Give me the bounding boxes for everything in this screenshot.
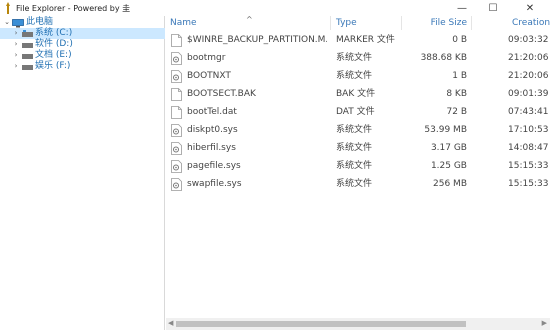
tree-item-label: 娱乐 (F:) <box>35 61 71 71</box>
file-row[interactable]: $WINRE_BACKUP_PARTITION.M... MARKER 文件 0… <box>166 31 550 49</box>
window-title: File Explorer - Powered by 圭 <box>16 4 131 13</box>
system-file-icon <box>171 160 182 173</box>
file-row[interactable]: pagefile.sys 系统文件 1.25 GB 15:15:33 2017-… <box>166 157 550 175</box>
file-creation-time: 21:20:06 2015-07 <box>508 71 550 81</box>
tree-item-drive-c[interactable]: › 系统 (C:) <box>0 28 165 39</box>
app-icon <box>6 2 10 14</box>
system-file-icon <box>171 178 182 191</box>
file-type: 系统文件 <box>336 179 373 189</box>
system-file-icon <box>171 70 182 83</box>
scroll-right-icon[interactable]: ▶ <box>542 319 547 327</box>
tree-item-drive-e[interactable]: › 文档 (E:) <box>0 50 165 61</box>
chevron-right-icon[interactable]: › <box>12 39 20 50</box>
column-header-size[interactable]: File Size <box>402 16 467 30</box>
file-row[interactable]: swapfile.sys 系统文件 256 MB 15:15:33 2017-1… <box>166 175 550 193</box>
file-row[interactable]: BOOTSECT.BAK BAK 文件 8 KB 09:01:39 2018-0… <box>166 85 550 103</box>
file-name: $WINRE_BACKUP_PARTITION.M... <box>187 35 327 45</box>
file-creation-time: 15:15:33 2017-12 <box>508 179 550 189</box>
file-type: 系统文件 <box>336 53 373 63</box>
file-row[interactable]: bootmgr 系统文件 388.68 KB 21:20:06 2015-07 <box>166 49 550 67</box>
column-header-creation-time[interactable]: Creation T <box>512 16 550 30</box>
blank-file-icon <box>171 106 182 119</box>
file-type: 系统文件 <box>336 125 373 135</box>
drive-icon <box>22 30 33 37</box>
tree-item-drive-d[interactable]: › 软件 (D:) <box>0 39 165 50</box>
file-creation-time: 09:03:32 2018-02 <box>508 35 550 45</box>
drive-icon <box>22 54 33 59</box>
file-row[interactable]: diskpt0.sys 系统文件 53.99 MB 17:10:53 2019-… <box>166 121 550 139</box>
column-divider[interactable] <box>471 16 472 30</box>
tree-item-drive-f[interactable]: › 娱乐 (F:) <box>0 61 165 72</box>
file-size: 1 B <box>452 71 467 81</box>
file-name: swapfile.sys <box>187 179 242 189</box>
file-type: 系统文件 <box>336 71 373 81</box>
file-size: 0 B <box>452 35 467 45</box>
file-name: diskpt0.sys <box>187 125 238 135</box>
close-button[interactable]: ✕ <box>515 0 545 16</box>
chevron-right-icon[interactable]: › <box>12 61 20 72</box>
column-divider[interactable] <box>330 16 331 30</box>
tree-item-label: 文档 (E:) <box>35 50 72 60</box>
file-type: BAK 文件 <box>336 89 376 99</box>
file-row[interactable]: BOOTNXT 系统文件 1 B 21:20:06 2015-07 <box>166 67 550 85</box>
tree-item-label: 系统 (C:) <box>35 28 73 38</box>
tree-item-this-pc[interactable]: ⌄ 此电脑 <box>0 17 165 28</box>
computer-icon <box>12 19 24 28</box>
chevron-down-icon[interactable]: ⌄ <box>3 17 11 28</box>
file-creation-time: 21:20:06 2015-07 <box>508 53 550 63</box>
blank-file-icon <box>171 88 182 101</box>
system-file-icon <box>171 142 182 155</box>
file-list: Name ^ Type File Size Creation T $WINRE_… <box>166 16 550 330</box>
file-size: 8 KB <box>446 89 467 99</box>
tree-item-label: 软件 (D:) <box>35 39 73 49</box>
drive-icon <box>22 65 33 70</box>
file-name: bootmgr <box>187 53 226 63</box>
file-row[interactable]: hiberfil.sys 系统文件 3.17 GB 14:08:47 2019-… <box>166 139 550 157</box>
file-creation-time: 15:15:33 2017-12 <box>508 161 550 171</box>
system-file-icon <box>171 52 182 65</box>
file-type: 系统文件 <box>336 161 373 171</box>
file-creation-time: 09:01:39 2018-01 <box>508 89 550 99</box>
sort-ascending-icon: ^ <box>246 16 253 24</box>
blank-file-icon <box>171 34 182 47</box>
folder-tree: ⌄ 此电脑 › 系统 (C:) › 软件 (D:) › 文档 (E:) › 娱乐… <box>0 16 165 330</box>
tree-item-label: 此电脑 <box>26 17 54 27</box>
chevron-right-icon[interactable]: › <box>12 50 20 61</box>
drive-icon <box>22 43 33 48</box>
column-header-type[interactable]: Type <box>336 16 357 30</box>
file-name: pagefile.sys <box>187 161 241 171</box>
file-type: MARKER 文件 <box>336 35 395 45</box>
file-size: 3.17 GB <box>430 143 467 153</box>
scroll-left-icon[interactable]: ◀ <box>168 319 173 327</box>
file-size: 256 MB <box>433 179 467 189</box>
file-name: BOOTNXT <box>187 71 231 81</box>
system-file-icon <box>171 124 182 137</box>
file-row[interactable]: bootTel.dat DAT 文件 72 B 07:43:41 2019-08 <box>166 103 550 121</box>
horizontal-scrollbar[interactable]: ◀ ▶ <box>166 318 550 330</box>
file-creation-time: 17:10:53 2019-08 <box>508 125 550 135</box>
file-type: DAT 文件 <box>336 107 375 117</box>
file-size: 388.68 KB <box>420 53 467 63</box>
file-creation-time: 14:08:47 2019-04 <box>508 143 550 153</box>
file-size: 53.99 MB <box>424 125 467 135</box>
scrollbar-thumb[interactable] <box>176 321 466 327</box>
file-size: 72 B <box>446 107 468 117</box>
file-size: 1.25 GB <box>430 161 467 171</box>
chevron-right-icon[interactable]: › <box>12 28 20 39</box>
minimize-button[interactable]: — <box>447 0 477 16</box>
file-type: 系统文件 <box>336 143 373 153</box>
title-bar: File Explorer - Powered by 圭 — ☐ ✕ <box>0 0 550 16</box>
file-creation-time: 07:43:41 2019-08 <box>508 107 550 117</box>
file-name: bootTel.dat <box>187 107 237 117</box>
file-name: BOOTSECT.BAK <box>187 89 256 99</box>
maximize-button[interactable]: ☐ <box>478 0 508 16</box>
column-header-name[interactable]: Name <box>170 16 197 30</box>
file-name: hiberfil.sys <box>187 143 236 153</box>
